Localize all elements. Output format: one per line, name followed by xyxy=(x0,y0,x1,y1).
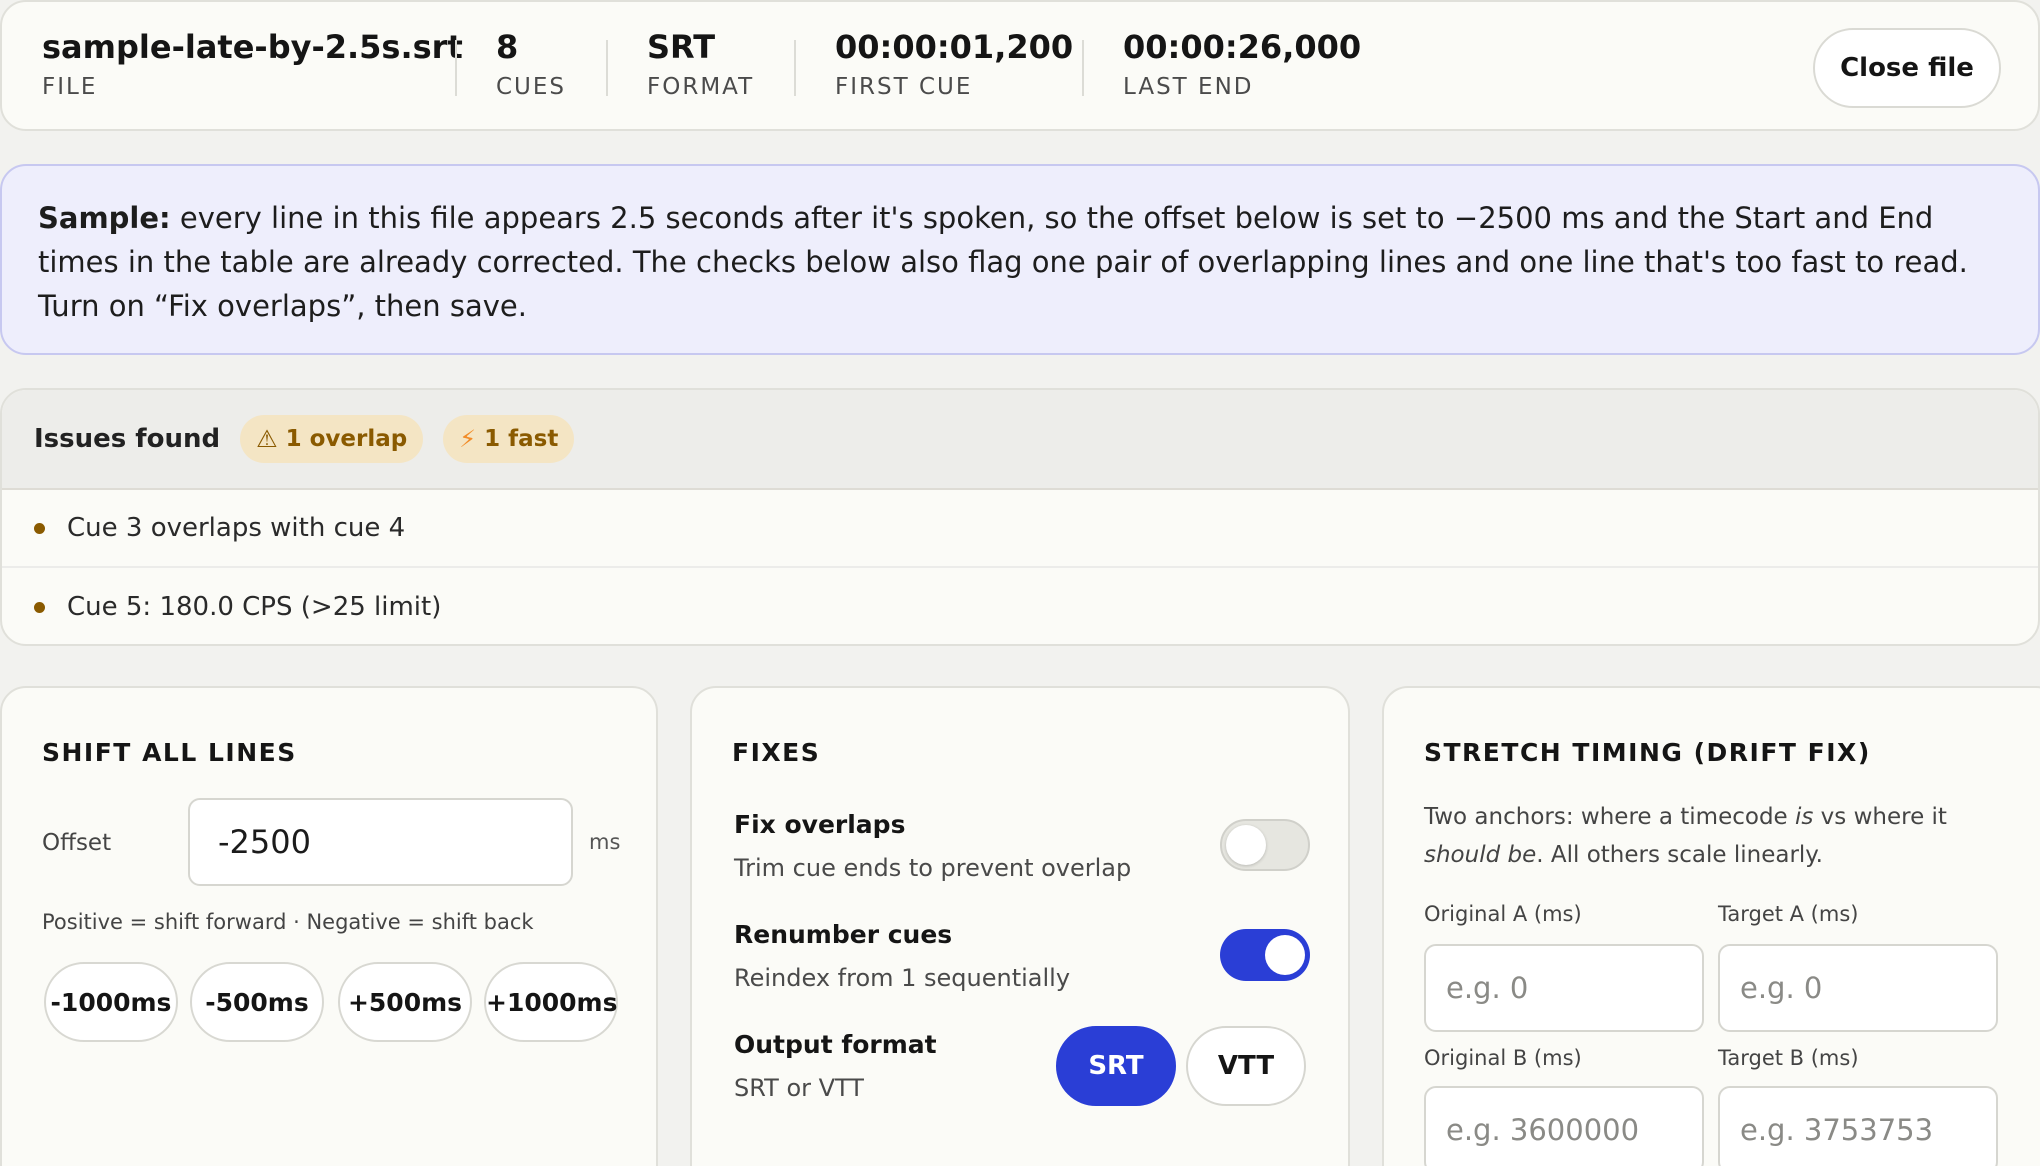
fix-overlaps-desc: Trim cue ends to prevent overlap xyxy=(734,854,1132,882)
offset-label: Offset xyxy=(42,830,112,856)
overlap-badge: ⚠ 1 overlap xyxy=(240,415,424,463)
shift-plus-1000-button[interactable]: +1000ms xyxy=(484,962,618,1042)
target-a-input[interactable] xyxy=(1718,944,1998,1032)
format-label: FORMAT xyxy=(647,74,755,100)
warning-icon: ⚠ xyxy=(256,425,278,453)
issues-panel: Issues found ⚠ 1 overlap ⚡ 1 fast Cue 3 … xyxy=(0,388,2040,646)
stretch-description: Two anchors: where a timecode is vs wher… xyxy=(1424,798,1984,874)
target-a-label: Target A (ms) xyxy=(1718,902,1859,926)
issues-title: Issues found xyxy=(34,424,221,454)
issue-text: Cue 5: 180.0 CPS (>25 limit) xyxy=(67,592,442,622)
file-name: sample-late-by-2.5s.srt xyxy=(42,28,463,66)
first-cue-stat: 00:00:01,200 FIRST CUE xyxy=(835,28,1073,100)
divider xyxy=(606,40,608,96)
format-srt-button[interactable]: SRT xyxy=(1056,1026,1176,1106)
last-end-stat: 00:00:26,000 LAST END xyxy=(1123,28,1361,100)
renumber-cues-desc: Reindex from 1 sequentially xyxy=(734,964,1071,992)
fixes-panel-title: FIXES xyxy=(732,738,821,767)
last-end-value: 00:00:26,000 xyxy=(1123,28,1362,66)
divider xyxy=(455,40,457,96)
shift-panel-title: SHIFT ALL LINES xyxy=(42,738,297,767)
fast-badge: ⚡ 1 fast xyxy=(443,415,575,463)
offset-unit: ms xyxy=(589,830,621,854)
shift-minus-500-button[interactable]: -500ms xyxy=(190,962,324,1042)
original-b-input[interactable] xyxy=(1424,1086,1704,1166)
divider xyxy=(1082,40,1084,96)
format-stat: SRT FORMAT xyxy=(647,28,754,100)
file-summary-bar: sample-late-by-2.5s.srt FILE 8 CUES SRT … xyxy=(0,0,2040,131)
file-stat: sample-late-by-2.5s.srt FILE xyxy=(42,28,463,100)
banner-text: every line in this file appears 2.5 seco… xyxy=(38,201,1968,323)
offset-input[interactable] xyxy=(188,798,573,886)
first-cue-value: 00:00:01,200 xyxy=(835,28,1074,66)
fixes-panel: FIXES Fix overlaps Trim cue ends to prev… xyxy=(690,686,1350,1166)
original-b-label: Original B (ms) xyxy=(1424,1046,1582,1070)
target-b-input[interactable] xyxy=(1718,1086,1998,1166)
output-format-desc: SRT or VTT xyxy=(734,1074,864,1102)
output-format-title: Output format xyxy=(734,1030,937,1059)
renumber-cues-title: Renumber cues xyxy=(734,920,953,949)
bullet-icon xyxy=(34,522,45,534)
sample-info-banner: Sample: every line in this file appears … xyxy=(0,164,2040,355)
fix-overlaps-title: Fix overlaps xyxy=(734,810,906,839)
shift-minus-1000-button[interactable]: -1000ms xyxy=(44,962,178,1042)
stretch-timing-panel: STRETCH TIMING (DRIFT FIX) Two anchors: … xyxy=(1382,686,2040,1166)
cues-label: CUES xyxy=(496,74,567,100)
issues-header: Issues found ⚠ 1 overlap ⚡ 1 fast xyxy=(2,390,2038,490)
close-file-button[interactable]: Close file xyxy=(1813,28,2001,108)
first-cue-label: FIRST CUE xyxy=(835,74,973,100)
offset-hint: Positive = shift forward · Negative = sh… xyxy=(42,910,534,934)
cues-stat: 8 CUES xyxy=(496,28,566,100)
renumber-cues-toggle[interactable] xyxy=(1220,929,1310,981)
original-a-label: Original A (ms) xyxy=(1424,902,1582,926)
shift-plus-500-button[interactable]: +500ms xyxy=(338,962,472,1042)
toggle-knob xyxy=(1226,825,1266,865)
original-a-input[interactable] xyxy=(1424,944,1704,1032)
lightning-icon: ⚡ xyxy=(459,425,477,453)
divider xyxy=(794,40,796,96)
stretch-desc-emphasis: is xyxy=(1795,804,1814,830)
overlap-badge-label: 1 overlap xyxy=(285,426,408,452)
last-end-label: LAST END xyxy=(1123,74,1254,100)
shift-all-lines-panel: SHIFT ALL LINES Offset ms Positive = shi… xyxy=(0,686,658,1166)
format-value: SRT xyxy=(647,28,716,66)
target-b-label: Target B (ms) xyxy=(1718,1046,1859,1070)
stretch-desc-emphasis: should be xyxy=(1424,842,1537,868)
stretch-desc-text: vs where it xyxy=(1813,804,1947,830)
toggle-knob xyxy=(1265,935,1305,975)
stretch-panel-title: STRETCH TIMING (DRIFT FIX) xyxy=(1424,738,1871,767)
banner-lead: Sample: xyxy=(38,201,171,235)
issue-item: Cue 3 overlaps with cue 4 xyxy=(2,490,2038,568)
file-label: FILE xyxy=(42,74,98,100)
fix-overlaps-toggle[interactable] xyxy=(1220,819,1310,871)
issue-item: Cue 5: 180.0 CPS (>25 limit) xyxy=(2,568,2038,644)
format-vtt-button[interactable]: VTT xyxy=(1186,1026,1306,1106)
stretch-desc-text: . All others scale linearly. xyxy=(1536,842,1823,868)
cues-value: 8 xyxy=(496,28,519,66)
fast-badge-label: 1 fast xyxy=(484,426,559,452)
bullet-icon xyxy=(34,601,45,613)
issue-text: Cue 3 overlaps with cue 4 xyxy=(67,513,406,543)
stretch-desc-text: Two anchors: where a timecode xyxy=(1424,804,1795,830)
